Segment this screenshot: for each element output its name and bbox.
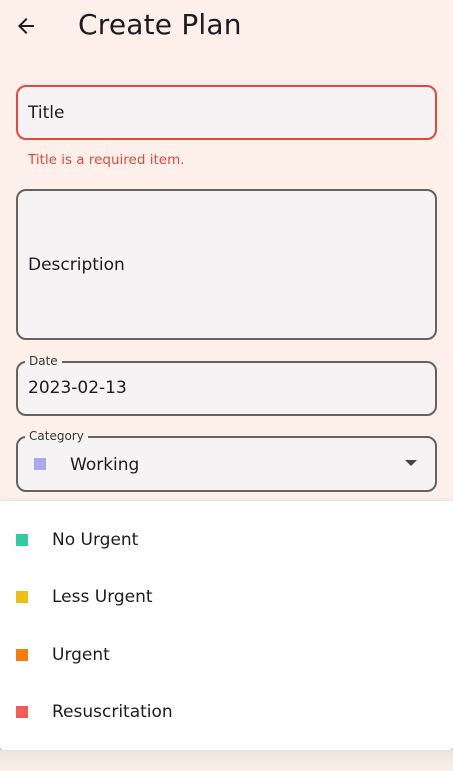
menu-item-label: Less Urgent: [52, 587, 153, 607]
date-value: 2023-02-13: [28, 378, 127, 398]
back-button[interactable]: [8, 8, 44, 44]
color-swatch: [16, 649, 28, 661]
description-field[interactable]: Description: [16, 189, 437, 340]
color-swatch: [16, 534, 28, 546]
category-select[interactable]: Category Working: [16, 429, 437, 492]
menu-item-label: No Urgent: [52, 530, 139, 550]
background-strip: [0, 750, 453, 771]
menu-item-label: Resuscritation: [52, 702, 173, 722]
menu-item-less-urgent[interactable]: Less Urgent: [0, 569, 453, 626]
category-value: Working: [70, 455, 140, 475]
dropdown-arrow-icon[interactable]: [405, 460, 417, 466]
title-field[interactable]: Title: [16, 85, 437, 140]
app-bar: Create Plan: [0, 0, 453, 56]
arrow-left-icon: [18, 18, 34, 34]
date-label: Date: [25, 354, 62, 368]
menu-item-no-urgent[interactable]: No Urgent: [0, 512, 453, 569]
title-error-message: Title is a required item.: [28, 152, 185, 168]
category-dropdown-menu: No Urgent Less Urgent Urgent Resuscritat…: [0, 501, 453, 750]
menu-item-resuscitation[interactable]: Resuscritation: [0, 684, 453, 741]
date-field[interactable]: Date 2023-02-13: [16, 354, 437, 416]
color-swatch: [16, 706, 28, 718]
color-swatch: [16, 591, 28, 603]
category-color-swatch: [34, 458, 46, 470]
title-placeholder: Title: [28, 103, 65, 123]
category-label: Category: [25, 429, 88, 443]
menu-item-label: Urgent: [52, 645, 110, 665]
page-title: Create Plan: [78, 8, 242, 41]
menu-item-urgent[interactable]: Urgent: [0, 627, 453, 684]
description-placeholder: Description: [28, 255, 125, 275]
